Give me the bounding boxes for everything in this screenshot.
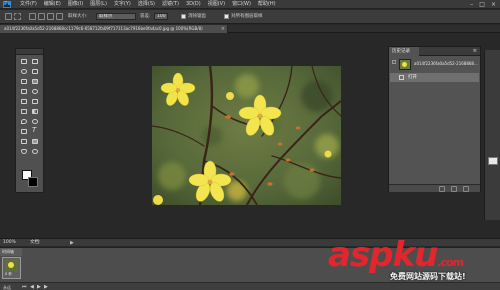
window-controls: – □ × [470, 1, 496, 8]
antialias-label: 消除锯齿 [188, 14, 206, 19]
eyedropper-tool-icon[interactable] [30, 77, 40, 86]
history-step-label: 打开 [408, 75, 417, 80]
tool-preset-icon[interactable] [14, 13, 21, 20]
sample-size-label: 取样大小: [68, 14, 88, 19]
add-selection-icon[interactable] [38, 13, 45, 20]
maximize-button[interactable]: □ [479, 1, 485, 8]
collapsed-panels-strip [484, 50, 500, 220]
frame-time[interactable]: 0 秒 [5, 272, 12, 277]
crop-tool-icon[interactable] [19, 77, 29, 86]
previous-frame-icon[interactable]: ◀ [30, 283, 34, 290]
move-tool-icon[interactable] [19, 57, 29, 66]
color-swatch-icon[interactable] [488, 157, 498, 165]
zoom-tool-icon[interactable] [30, 147, 40, 156]
menu-edit[interactable]: 编辑(E) [44, 1, 61, 8]
menu-help[interactable]: 帮助(H) [258, 1, 276, 8]
options-bar: 取样大小: 取样点 容差: 100 消除锯齿 对所有图层取样 [0, 10, 500, 24]
type-tool-icon[interactable]: T [30, 127, 40, 136]
snapshot-name: a014f2236fa0a5d52-2168868... [414, 61, 478, 66]
menu-window[interactable]: 窗口(W) [232, 1, 251, 8]
clone-stamp-tool-icon[interactable] [19, 97, 29, 106]
background-color-swatch[interactable] [28, 177, 38, 187]
animation-frame-1[interactable]: 0 秒 [2, 257, 21, 279]
next-frame-icon[interactable]: ▶ [44, 283, 48, 290]
menu-bar: Ps 文件(F) 编辑(E) 图像(I) 图层(L) 文字(Y) 选择(S) 滤… [0, 0, 500, 9]
tab-history[interactable]: 历史记录 [389, 47, 419, 56]
tab-timeline[interactable]: 时间轴 [0, 248, 22, 256]
new-document-from-state-icon[interactable] [439, 186, 445, 192]
brush-tool-icon[interactable] [30, 87, 40, 96]
zoom-level[interactable]: 100% [3, 239, 16, 247]
antialias-checkbox[interactable] [181, 14, 186, 19]
camera-icon[interactable] [451, 186, 457, 192]
hand-tool-icon[interactable] [19, 147, 29, 156]
first-frame-icon[interactable]: ⏮ [22, 283, 27, 290]
document-info[interactable]: 文档: [30, 239, 41, 247]
subtract-selection-icon[interactable] [47, 13, 54, 20]
snapshot-thumbnail [399, 59, 411, 70]
intersect-selection-icon[interactable] [56, 13, 63, 20]
blur-tool-icon[interactable] [19, 117, 29, 126]
tolerance-label: 容差: [140, 14, 151, 19]
history-brush-tool-icon[interactable] [30, 97, 40, 106]
history-panel: 历史记录 ≡ a014f2236fa0a5d52-2168868... 打开 [388, 46, 481, 192]
document-icon [399, 75, 404, 80]
path-select-tool-icon[interactable] [19, 137, 29, 146]
document-tab-title: a014f2236fa0a5d52-2168868cc1179c6-658712… [4, 26, 203, 31]
document-tab[interactable]: a014f2236fa0a5d52-2168868cc1179c6-658712… [0, 25, 228, 33]
all-layers-label: 对所有图层取样 [231, 14, 263, 19]
marquee-tool-icon[interactable] [30, 57, 40, 66]
new-selection-icon[interactable] [29, 13, 36, 20]
document-tab-bar: a014f2236fa0a5d52-2168868cc1179c6-658712… [0, 25, 500, 33]
tolerance-input[interactable]: 100 [154, 13, 168, 20]
menu-layer[interactable]: 图层(L) [90, 1, 107, 8]
all-layers-checkbox[interactable] [224, 14, 229, 19]
close-button[interactable]: × [491, 1, 496, 8]
trash-icon[interactable] [463, 186, 469, 192]
photoshop-logo: Ps [3, 1, 11, 8]
menu-type[interactable]: 文字(Y) [114, 1, 131, 8]
canvas-image[interactable] [152, 66, 341, 205]
pen-tool-icon[interactable] [19, 127, 29, 136]
menu-select[interactable]: 选择(S) [138, 1, 155, 8]
flower-photo [152, 66, 341, 205]
menu-view[interactable]: 视图(V) [208, 1, 225, 8]
menu-file[interactable]: 文件(F) [20, 1, 37, 8]
menu-image[interactable]: 图像(I) [68, 1, 83, 8]
history-step-open[interactable]: 打开 [390, 73, 479, 82]
tools-panel: T [15, 48, 44, 193]
history-brush-source-icon[interactable] [392, 60, 396, 64]
sample-size-select[interactable]: 取样点 [96, 13, 136, 20]
watermark-tagline: 免费网站源码下载站! [390, 272, 466, 281]
eyedropper-tool-icon[interactable] [5, 13, 12, 20]
status-arrow-icon[interactable]: ▶ [70, 239, 74, 247]
dodge-tool-icon[interactable] [30, 117, 40, 126]
quick-select-tool-icon[interactable] [30, 67, 40, 76]
play-icon[interactable]: ▶ [37, 283, 41, 290]
lasso-tool-icon[interactable] [19, 67, 29, 76]
healing-brush-tool-icon[interactable] [19, 87, 29, 96]
tools-panel-header[interactable] [16, 49, 43, 55]
menu-3d[interactable]: 3D(D) [186, 1, 201, 8]
panel-menu-icon[interactable]: ≡ [473, 47, 477, 56]
eraser-tool-icon[interactable] [19, 107, 29, 116]
gradient-tool-icon[interactable] [30, 107, 40, 116]
menu-filter[interactable]: 滤镜(T) [162, 1, 179, 8]
loop-select[interactable]: 永远 [3, 283, 11, 290]
history-panel-tabbar: 历史记录 ≡ [389, 47, 480, 56]
history-snapshot-row[interactable]: a014f2236fa0a5d52-2168868... [390, 58, 479, 72]
shape-tool-icon[interactable] [30, 137, 40, 146]
timeline-controls: 永远 ⏮ ◀ ▶ ▶ [0, 282, 500, 290]
history-panel-footer [389, 184, 480, 192]
menu-list: 文件(F) 编辑(E) 图像(I) 图层(L) 文字(Y) 选择(S) 滤镜(T… [20, 1, 276, 8]
minimize-button[interactable]: – [470, 1, 473, 8]
close-tab-icon[interactable]: × [221, 25, 225, 33]
